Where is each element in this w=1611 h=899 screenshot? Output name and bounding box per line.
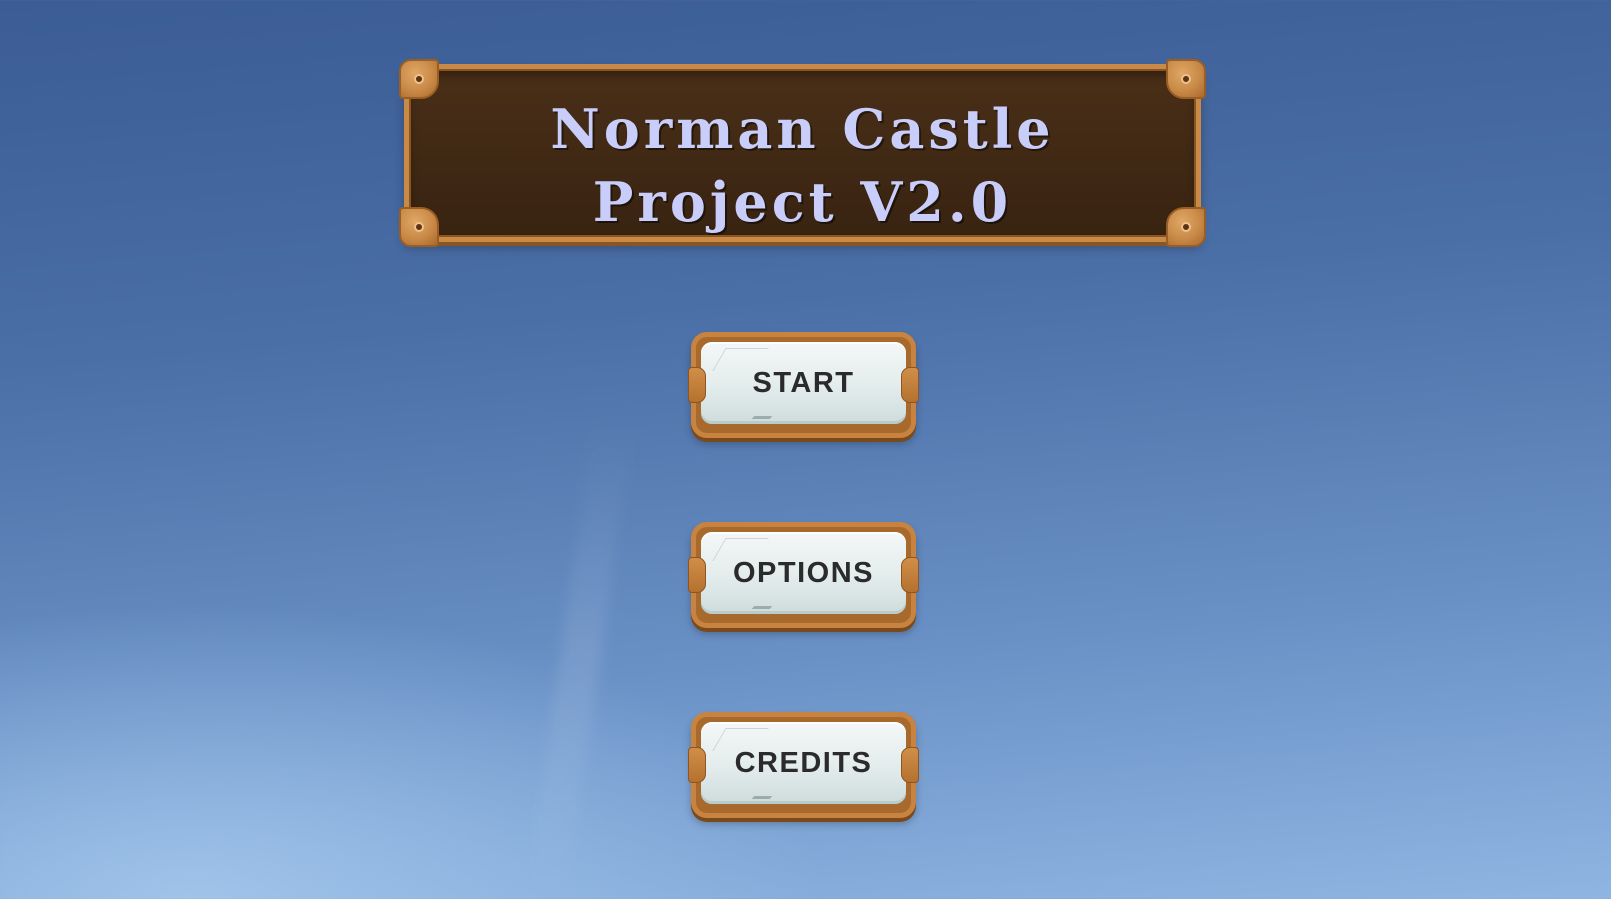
options-button[interactable]: OPTIONS <box>688 522 919 628</box>
game-title-line-2: Project V2.0 <box>592 170 1013 234</box>
credits-button[interactable]: CREDITS <box>688 712 919 818</box>
start-button-label: START <box>752 366 855 399</box>
credits-button-label: CREDITS <box>734 746 873 779</box>
sky-contrail <box>526 419 634 899</box>
title-banner: Norman Castle Project V2.0 <box>399 59 1206 247</box>
options-button-label: OPTIONS <box>732 556 874 589</box>
game-title-line-1: Norman Castle <box>550 97 1055 161</box>
game-title: Norman Castle Project V2.0 <box>409 93 1196 239</box>
start-button[interactable]: START <box>688 332 919 438</box>
